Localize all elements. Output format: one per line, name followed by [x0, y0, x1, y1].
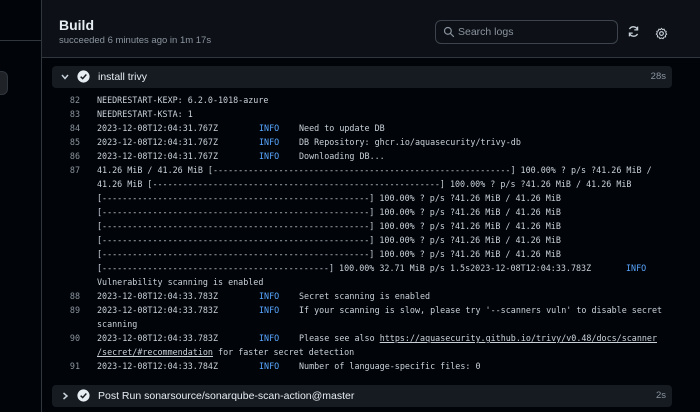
log-level: INFO: [259, 291, 280, 301]
job-header: Build succeeded 6 minutes ago in 1m 17s: [42, 0, 700, 58]
line-number[interactable]: 83: [52, 109, 80, 119]
step-duration: 2s: [655, 390, 666, 401]
log-progress-line: [---------------------------------------…: [97, 221, 561, 231]
left-rail: [0, 0, 42, 412]
line-number[interactable]: 84: [52, 123, 80, 133]
log-message: DB Repository: ghcr.io/aquasecurity/triv…: [299, 137, 521, 147]
log-text: NEEDRESTART-KEXP: 6.2.0-1018-azure: [97, 95, 269, 105]
log-message: Vulnerability scanning is enabled: [97, 277, 264, 287]
step-post-run-sonarqube[interactable]: Post Run sonarsource/sonarqube-scan-acti…: [52, 385, 672, 407]
line-number[interactable]: 82: [52, 95, 80, 105]
log-message: Need to update DB: [299, 123, 385, 133]
log-timestamp: 2023-12-08T12:04:33.783Z: [97, 291, 219, 301]
chevron-right-icon[interactable]: [60, 391, 70, 401]
chevron-down-icon[interactable]: [60, 72, 70, 82]
log-level: INFO: [259, 137, 280, 147]
step-duration: 28s: [650, 71, 666, 82]
search-logs-box[interactable]: [435, 20, 618, 44]
log-message-wrap: /secret/#recommendation for faster secre…: [97, 347, 354, 357]
log-text: NEEDRESTART-KSTA: 1: [97, 109, 193, 119]
line-number[interactable]: 86: [52, 151, 80, 161]
log-message: Downloading DB...: [299, 151, 385, 161]
line-number[interactable]: 89: [52, 305, 80, 315]
log-level: INFO: [259, 361, 280, 371]
job-log-panel: Build succeeded 6 minutes ago in 1m 17s: [42, 0, 700, 412]
step-label: Post Run sonarsource/sonarqube-scan-acti…: [98, 390, 355, 402]
line-number[interactable]: 90: [52, 333, 80, 343]
line-number[interactable]: 91: [52, 361, 80, 371]
log-progress-line: 41.26 MiB / 41.26 MiB [-----------------…: [97, 165, 652, 175]
settings-button[interactable]: [652, 24, 670, 42]
step-install-trivy[interactable]: install trivy 28s: [52, 66, 672, 88]
job-title: Build: [59, 17, 94, 33]
docs-link-continued[interactable]: /secret/#recommendation: [97, 347, 213, 357]
docs-link[interactable]: https://aquasecurity.github.io/trivy/v0.…: [380, 333, 657, 343]
log-message-text: for faster secret detection: [212, 347, 355, 357]
log-level: INFO: [259, 333, 280, 343]
log-message-text: Please see also: [299, 333, 380, 343]
log-message: Please see also https://aquasecurity.git…: [299, 333, 657, 343]
log-message: If your scanning is slow, please try '--…: [299, 305, 663, 315]
log-progress-line: 41.26 MiB [-----------------------------…: [97, 179, 632, 189]
search-icon: [443, 26, 455, 38]
log-timestamp: 2023-12-08T12:04:31.767Z: [97, 123, 219, 133]
log-timestamp: 2023-12-08T12:04:31.767Z: [97, 137, 219, 147]
line-number[interactable]: 87: [52, 165, 80, 175]
log-level: INFO: [626, 263, 647, 273]
log-message: Secret scanning is enabled: [299, 291, 431, 301]
line-number[interactable]: 85: [52, 137, 80, 147]
log-level: INFO: [259, 151, 280, 161]
line-number[interactable]: 88: [52, 291, 80, 301]
log-level: INFO: [259, 305, 280, 315]
log-message: Number of language-specific files: 0: [299, 361, 481, 371]
step-label: install trivy: [98, 71, 148, 83]
rail-active-item[interactable]: [0, 71, 8, 95]
log-output: 82 NEEDRESTART-KEXP: 6.2.0-1018-azure 83…: [52, 90, 672, 380]
log-progress-line: [---------------------------------------…: [97, 193, 561, 203]
refresh-icon: [628, 25, 638, 37]
log-timestamp: 2023-12-08T12:04:33.784Z: [97, 361, 219, 371]
log-level: INFO: [259, 123, 280, 133]
gear-icon: [655, 27, 667, 39]
log-progress-line: [---------------------------------------…: [97, 249, 561, 259]
rail-divider: [0, 40, 42, 41]
log-timestamp: 2023-12-08T12:04:31.767Z: [97, 151, 219, 161]
log-progress-line: [---------------------------------------…: [97, 235, 561, 245]
log-timestamp: 2023-12-08T12:04:33.783Z: [97, 333, 219, 343]
log-progress-line: [---------------------------------------…: [97, 263, 592, 273]
job-subtitle: succeeded 6 minutes ago in 1m 17s: [59, 35, 212, 46]
refresh-button[interactable]: [624, 22, 642, 40]
search-logs-input[interactable]: [458, 24, 613, 40]
check-circle-icon: [77, 389, 90, 402]
log-timestamp: 2023-12-08T12:04:33.783Z: [97, 305, 219, 315]
log-progress-line: [---------------------------------------…: [97, 207, 561, 217]
log-message-wrap: scanning: [97, 319, 138, 329]
check-circle-icon: [77, 70, 90, 83]
